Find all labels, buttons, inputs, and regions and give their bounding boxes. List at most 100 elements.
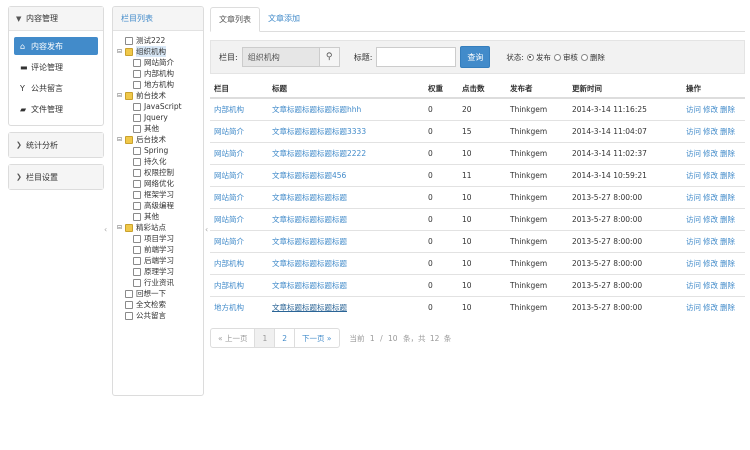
edit-link[interactable]: 修改 — [703, 237, 718, 246]
prev-page-button[interactable]: « 上一页 — [210, 328, 256, 348]
tree-node[interactable]: 公共留言 — [117, 310, 203, 321]
edit-link[interactable]: 修改 — [703, 193, 718, 202]
delete-link[interactable]: 删除 — [720, 215, 735, 224]
visit-link[interactable]: 访问 — [686, 237, 701, 246]
edit-link[interactable]: 修改 — [703, 303, 718, 312]
settings-header[interactable]: ❯ 栏目设置 — [9, 165, 103, 189]
tree-node[interactable]: ⊟ 后台技术 — [117, 134, 203, 145]
tree-node[interactable]: 网站简介 — [117, 57, 203, 68]
tree-node[interactable]: Jquery — [117, 112, 203, 123]
tree-node[interactable]: 内部机构 — [117, 68, 203, 79]
tab-article-add[interactable]: 文章添加 — [260, 6, 308, 31]
delete-link[interactable]: 删除 — [720, 127, 735, 136]
stats-header[interactable]: ❯ 统计分析 — [9, 133, 103, 157]
column-link[interactable]: 网站简介 — [214, 171, 244, 180]
tree-node[interactable]: 后端学习 — [117, 255, 203, 266]
tree-node[interactable]: ⊟ 前台技术 — [117, 90, 203, 101]
tree-node[interactable]: 前端学习 — [117, 244, 203, 255]
tree-node[interactable]: 持久化 — [117, 156, 203, 167]
delete-link[interactable]: 删除 — [720, 149, 735, 158]
title-link[interactable]: 文章标题标题标题标题 — [272, 215, 347, 224]
delete-link[interactable]: 删除 — [720, 237, 735, 246]
collapse-left-handle[interactable]: ‹ — [104, 225, 107, 234]
tree-expander-icon[interactable]: ⊟ — [117, 222, 125, 233]
tree-node[interactable]: 网络优化 — [117, 178, 203, 189]
tree-node[interactable]: 其他 — [117, 211, 203, 222]
tree-node[interactable]: 权限控制 — [117, 167, 203, 178]
delete-link[interactable]: 删除 — [720, 171, 735, 180]
tree-node[interactable]: JavaScript — [117, 101, 203, 112]
tree-node[interactable]: Spring — [117, 145, 203, 156]
column-link[interactable]: 网站简介 — [214, 215, 244, 224]
edit-link[interactable]: 修改 — [703, 149, 718, 158]
delete-link[interactable]: 删除 — [720, 259, 735, 268]
column-link[interactable]: 网站简介 — [214, 193, 244, 202]
tree-node[interactable]: ⊟ 组织机构 — [117, 46, 203, 57]
visit-link[interactable]: 访问 — [686, 259, 701, 268]
tree-node[interactable]: 全文检索 — [117, 299, 203, 310]
menu-item[interactable]: ▰ 文件管理 — [14, 100, 98, 118]
page-1-button[interactable]: 1 — [254, 328, 276, 348]
visit-link[interactable]: 访问 — [686, 105, 701, 114]
menu-item[interactable]: ⌂ 内容发布 — [14, 37, 98, 55]
delete-link[interactable]: 删除 — [720, 303, 735, 312]
visit-link[interactable]: 访问 — [686, 193, 701, 202]
title-input[interactable] — [376, 47, 457, 67]
search-icon[interactable]: ⚲ — [319, 47, 340, 67]
tree-node[interactable]: 其他 — [117, 123, 203, 134]
status-publish-radio[interactable] — [526, 53, 534, 61]
visit-link[interactable]: 访问 — [686, 171, 701, 180]
header-column[interactable]: 栏目 — [210, 80, 268, 99]
column-select-input[interactable]: 组织机构 — [241, 47, 320, 67]
visit-link[interactable]: 访问 — [686, 127, 701, 136]
edit-link[interactable]: 修改 — [703, 215, 718, 224]
title-link[interactable]: 文章标题标题标题标题 — [272, 303, 347, 312]
delete-link[interactable]: 删除 — [720, 193, 735, 202]
status-delete-radio[interactable] — [580, 53, 588, 61]
header-title[interactable]: 标题 — [268, 80, 424, 99]
column-link[interactable]: 网站简介 — [214, 237, 244, 246]
query-button[interactable]: 查询 — [460, 46, 491, 68]
column-link[interactable]: 内部机构 — [214, 281, 244, 290]
tree-expander-icon[interactable]: ⊟ — [117, 90, 125, 101]
menu-item[interactable]: ▬ 评论管理 — [14, 58, 98, 76]
title-link[interactable]: 文章标题标题标题标题 — [272, 237, 347, 246]
header-updated[interactable]: 更新时间 — [568, 80, 682, 99]
column-link[interactable]: 内部机构 — [214, 105, 244, 114]
tab-article-list[interactable]: 文章列表 — [210, 7, 260, 32]
tree-node[interactable]: 回想一下 — [117, 288, 203, 299]
tree-expander-icon[interactable]: ⊟ — [117, 46, 125, 57]
title-link[interactable]: 文章标题标题标题标题 — [272, 193, 347, 202]
title-link[interactable]: 文章标题标题标题标题3333 — [272, 127, 366, 136]
tree-node[interactable]: 测试222 — [117, 35, 203, 46]
title-link[interactable]: 文章标题标题标题标题hhh — [272, 105, 361, 114]
header-author[interactable]: 发布者 — [506, 80, 568, 99]
header-weight[interactable]: 权重 — [424, 80, 458, 99]
collapse-tree-handle[interactable]: ‹ — [205, 225, 208, 234]
next-page-button[interactable]: 下一页 » — [294, 328, 340, 348]
visit-link[interactable]: 访问 — [686, 281, 701, 290]
header-clicks[interactable]: 点击数 — [458, 80, 506, 99]
column-link[interactable]: 网站简介 — [214, 149, 244, 158]
tree-node[interactable]: 原理学习 — [117, 266, 203, 277]
visit-link[interactable]: 访问 — [686, 215, 701, 224]
tree-node[interactable]: 行业资讯 — [117, 277, 203, 288]
page-2-button[interactable]: 2 — [274, 328, 296, 348]
title-link[interactable]: 文章标题标题标题标题 — [272, 259, 347, 268]
delete-link[interactable]: 删除 — [720, 105, 735, 114]
status-review-radio[interactable] — [553, 53, 561, 61]
edit-link[interactable]: 修改 — [703, 105, 718, 114]
tree-node[interactable]: 项目学习 — [117, 233, 203, 244]
tree-node[interactable]: 地方机构 — [117, 79, 203, 90]
tree-expander-icon[interactable]: ⊟ — [117, 134, 125, 145]
menu-item[interactable]: Y 公共留言 — [14, 79, 98, 97]
edit-link[interactable]: 修改 — [703, 281, 718, 290]
visit-link[interactable]: 访问 — [686, 149, 701, 158]
content-management-header[interactable]: ▼ 内容管理 — [9, 7, 103, 31]
column-link[interactable]: 网站简介 — [214, 127, 244, 136]
visit-link[interactable]: 访问 — [686, 303, 701, 312]
tree-node[interactable]: ⊟ 精彩站点 — [117, 222, 203, 233]
title-link[interactable]: 文章标题标题标题标题2222 — [272, 149, 366, 158]
edit-link[interactable]: 修改 — [703, 259, 718, 268]
delete-link[interactable]: 删除 — [720, 281, 735, 290]
